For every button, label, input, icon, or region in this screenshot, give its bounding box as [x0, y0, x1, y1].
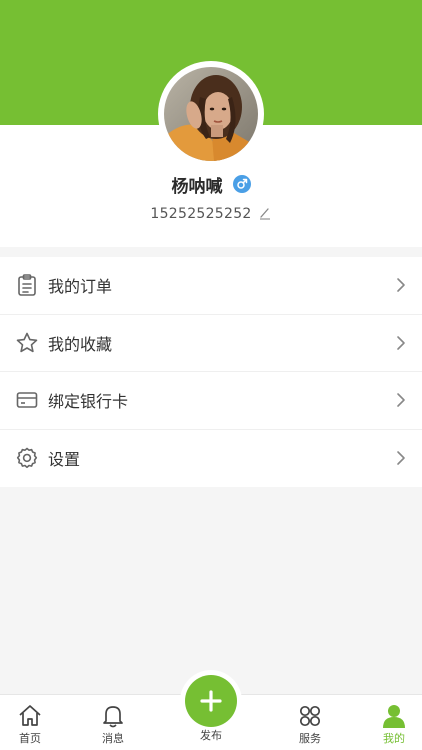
avatar[interactable] [164, 67, 258, 161]
tab-mine[interactable]: 我的 [364, 695, 422, 750]
publish-label: 发布 [200, 729, 222, 742]
tab-label: 服务 [299, 732, 321, 745]
menu-item-orders[interactable]: 我的订单 [0, 257, 422, 315]
tab-label: 首页 [19, 732, 41, 745]
bell-icon [100, 703, 126, 729]
user-icon [381, 703, 407, 729]
tab-label: 我的 [383, 732, 405, 745]
phone-row: 15252525252 [0, 203, 422, 225]
tab-services[interactable]: 服务 [280, 695, 340, 750]
menu-item-bind-card[interactable]: 绑定银行卡 [0, 372, 422, 430]
chevron-right-icon [396, 335, 406, 351]
publish-button[interactable] [185, 675, 237, 727]
plus-icon [200, 690, 222, 712]
menu-item-settings[interactable]: 设置 [0, 430, 422, 488]
tab-label: 消息 [102, 732, 124, 745]
star-icon [15, 331, 39, 355]
phone-number: 15252525252 [150, 206, 252, 222]
tab-messages[interactable]: 消息 [83, 695, 143, 750]
pencil-icon[interactable] [258, 205, 272, 224]
chevron-right-icon [396, 277, 406, 293]
home-icon [17, 703, 43, 729]
male-symbol-icon [232, 175, 251, 193]
menu-item-label: 设置 [48, 450, 81, 470]
chevron-right-icon [396, 392, 406, 408]
menu-item-label: 我的收藏 [48, 334, 113, 354]
gear-icon [15, 446, 39, 470]
username: 杨呐喊 [171, 176, 223, 197]
grid-icon [297, 703, 323, 729]
clipboard-icon [15, 273, 39, 297]
menu-item-label: 我的订单 [48, 277, 113, 297]
menu-item-favorites[interactable]: 我的收藏 [0, 315, 422, 372]
menu-list: 我的订单 我的收藏 绑定银行卡 设置 [0, 257, 422, 487]
tab-home[interactable]: 首页 [0, 695, 60, 750]
credit-card-icon [15, 388, 39, 412]
profile-name-row: 杨呐喊 [0, 171, 422, 197]
menu-item-label: 绑定银行卡 [48, 392, 129, 412]
chevron-right-icon [396, 450, 406, 466]
